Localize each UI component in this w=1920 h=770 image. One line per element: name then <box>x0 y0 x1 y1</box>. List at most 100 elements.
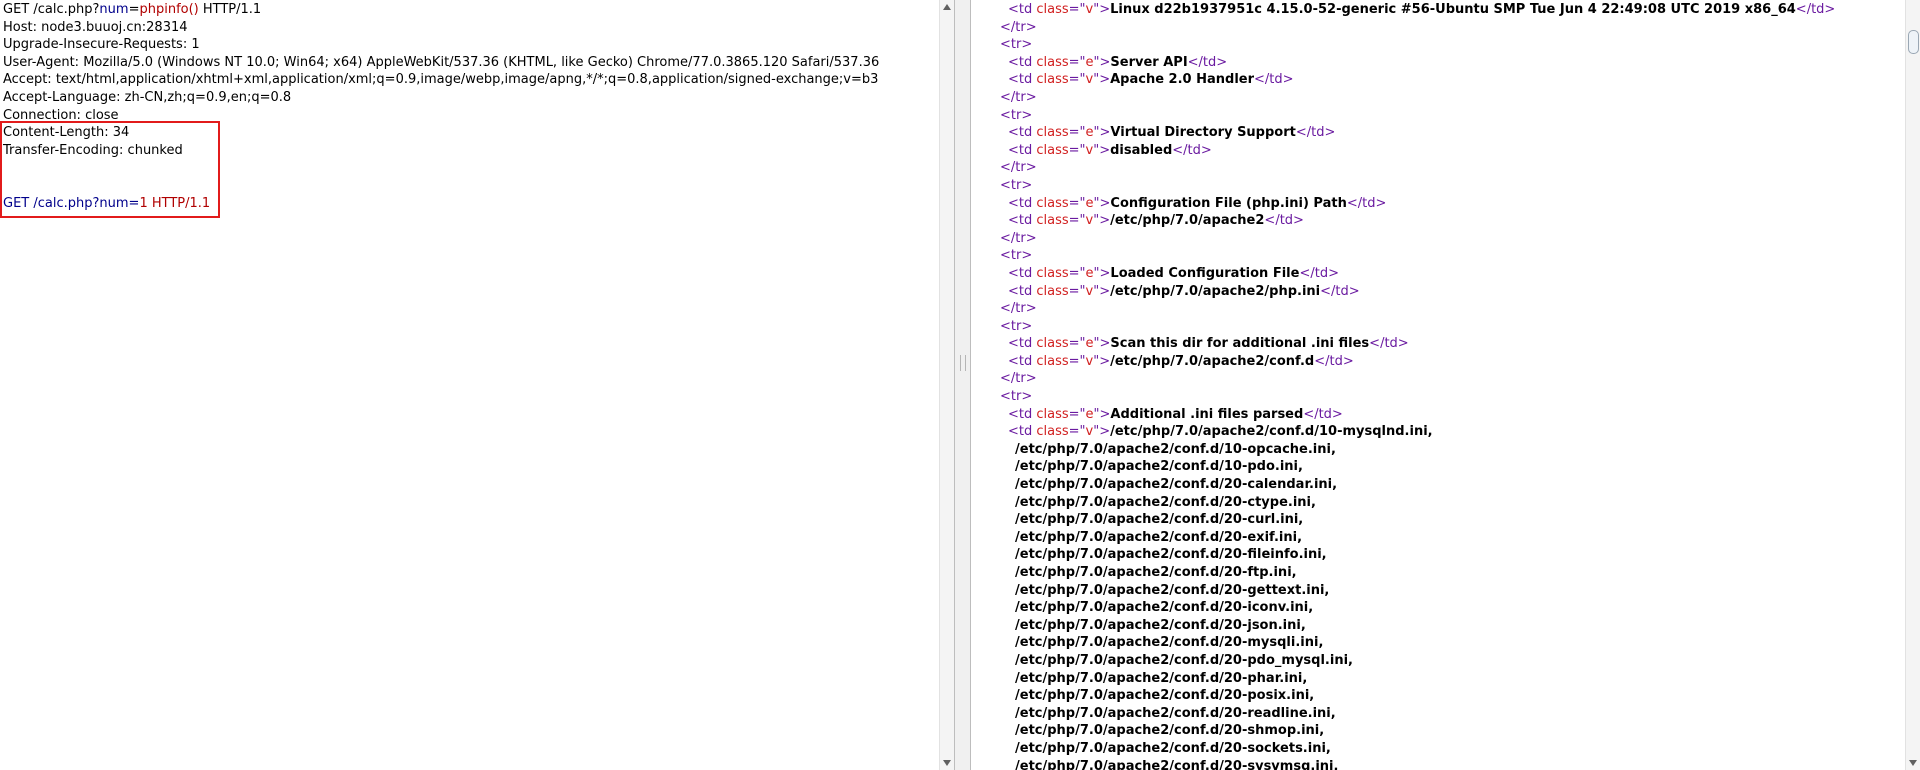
html-tag: <td <box>1008 424 1037 440</box>
html-attr-name: class <box>1036 54 1069 70</box>
response-line: <td class="v">Linux d22b1937951c 4.15.0-… <box>1000 1 1835 19</box>
response-line: /etc/php/7.0/apache2/conf.d/20-curl.ini, <box>1000 511 1835 529</box>
html-tag: <tr> <box>1000 248 1033 264</box>
cell-text: Additional .ini files parsed <box>1110 406 1304 422</box>
scroll-down-icon[interactable] <box>1909 760 1917 766</box>
cell-text: /etc/php/7.0/apache2/conf.d/20-shmop.ini… <box>1015 723 1325 739</box>
splitter-grip-icon[interactable] <box>960 355 966 371</box>
response-line: /etc/php/7.0/apache2/conf.d/20-sysvmsg.i… <box>1000 758 1835 770</box>
html-tag: <tr> <box>1000 37 1033 53</box>
html-tag: <td <box>1008 336 1037 352</box>
html-tag: </td> <box>1369 336 1409 352</box>
html-tag: =" <box>1068 142 1086 158</box>
response-line: /etc/php/7.0/apache2/conf.d/10-pdo.ini, <box>1000 458 1835 476</box>
html-tag: <td <box>1008 72 1037 88</box>
cell-text: Scan this dir for additional .ini files <box>1110 336 1370 352</box>
cell-text: Apache 2.0 Handler <box>1110 72 1255 88</box>
html-tag: =" <box>1068 125 1086 141</box>
scroll-down-icon[interactable] <box>943 760 951 766</box>
html-attr-name: class <box>1036 195 1069 211</box>
html-attr-name: class <box>1036 213 1069 229</box>
cell-text: /etc/php/7.0/apache2/conf.d/20-mysqli.in… <box>1015 635 1324 651</box>
html-tag: <tr> <box>1000 318 1033 334</box>
cell-text: /etc/php/7.0/apache2/conf.d/20-phar.ini, <box>1015 670 1308 686</box>
html-tag: =" <box>1068 213 1086 229</box>
html-attr-name: class <box>1036 125 1069 141</box>
html-tag: "> <box>1093 265 1111 281</box>
response-line: </tr> <box>1000 159 1835 177</box>
html-attr-name: class <box>1036 283 1069 299</box>
response-line: <tr> <box>1000 318 1835 336</box>
cell-text: /etc/php/7.0/apache2/conf.d/20-ctype.ini… <box>1015 494 1316 510</box>
html-tag: "> <box>1093 142 1111 158</box>
response-line: /etc/php/7.0/apache2/conf.d/20-gettext.i… <box>1000 582 1835 600</box>
html-tag: </tr> <box>1000 19 1037 35</box>
html-tag: </td> <box>1295 125 1336 141</box>
response-line: /etc/php/7.0/apache2/conf.d/20-exif.ini, <box>1000 529 1835 547</box>
html-tag: <td <box>1008 2 1037 17</box>
html-attr-value: e <box>1085 125 1094 141</box>
request-method: GET <box>3 2 34 17</box>
scroll-up-icon[interactable] <box>943 4 951 10</box>
cell-text: Virtual Directory Support <box>1110 125 1296 141</box>
response-line: <tr> <box>1000 177 1835 195</box>
response-line: /etc/php/7.0/apache2/conf.d/20-phar.ini, <box>1000 670 1835 688</box>
response-line: <td class="v">/etc/php/7.0/apache2/conf.… <box>1000 423 1835 441</box>
request-editor-pane[interactable]: GET /calc.php?num=phpinfo() HTTP/1.1 Host… <box>0 0 955 770</box>
html-attr-value: e <box>1085 54 1094 70</box>
pane-splitter[interactable] <box>955 0 970 770</box>
response-line: </tr> <box>1000 89 1835 107</box>
response-text[interactable]: <td class="v">Linux d22b1937951c 4.15.0-… <box>1000 1 1835 770</box>
html-tag: =" <box>1068 195 1086 211</box>
http-version: HTTP/1.1 <box>198 2 262 17</box>
html-attr-name: class <box>1036 265 1069 281</box>
html-tag: </td> <box>1254 72 1294 88</box>
query-equals: = <box>128 2 140 17</box>
html-tag: </td> <box>1264 213 1304 229</box>
html-tag: "> <box>1093 195 1111 211</box>
response-line: /etc/php/7.0/apache2/conf.d/20-shmop.ini… <box>1000 722 1835 740</box>
response-line: /etc/php/7.0/apache2/conf.d/20-calendar.… <box>1000 476 1835 494</box>
response-vertical-scrollbar[interactable] <box>1905 0 1920 770</box>
html-attr-name: class <box>1036 424 1069 440</box>
query-param-value: phpinfo() <box>139 2 199 17</box>
cell-text: /etc/php/7.0/apache2/conf.d <box>1110 353 1315 369</box>
html-tag: =" <box>1068 2 1086 17</box>
cell-text: Linux d22b1937951c 4.15.0-52-generic #56… <box>1110 2 1796 17</box>
cell-text: /etc/php/7.0/apache2/conf.d/20-exif.ini, <box>1015 529 1303 545</box>
html-attr-name: class <box>1036 142 1069 158</box>
response-line: <td class="e">Scan this dir for addition… <box>1000 335 1835 353</box>
request-vertical-scrollbar[interactable] <box>939 0 954 770</box>
response-viewer-pane[interactable]: <td class="v">Linux d22b1937951c 4.15.0-… <box>970 0 1920 770</box>
html-tag: <tr> <box>1000 389 1033 405</box>
html-tag: "> <box>1093 213 1111 229</box>
response-line: <tr> <box>1000 247 1835 265</box>
response-line: <td class="e">Server API</td> <box>1000 54 1835 72</box>
html-tag: =" <box>1068 424 1086 440</box>
scroll-thumb[interactable] <box>1908 30 1919 54</box>
html-tag: <td <box>1008 353 1037 369</box>
query-param-name: num <box>99 2 129 17</box>
html-tag: <tr> <box>1000 107 1033 123</box>
response-line: </tr> <box>1000 230 1835 248</box>
response-line: <tr> <box>1000 107 1835 125</box>
cell-text: /etc/php/7.0/apache2/conf.d/20-pdo_mysql… <box>1015 652 1353 668</box>
cell-text: /etc/php/7.0/apache2/conf.d/20-sysvmsg.i… <box>1015 758 1339 770</box>
html-tag: </td> <box>1299 265 1339 281</box>
html-tag: </td> <box>1314 353 1354 369</box>
response-line: <tr> <box>1000 388 1835 406</box>
html-tag: "> <box>1093 336 1111 352</box>
html-tag: "> <box>1093 283 1111 299</box>
html-tag: =" <box>1068 265 1086 281</box>
response-line: <tr> <box>1000 36 1835 54</box>
html-attr-value: e <box>1085 406 1094 422</box>
response-line: </tr> <box>1000 300 1835 318</box>
cell-text: /etc/php/7.0/apache2/conf.d/20-posix.ini… <box>1015 688 1315 704</box>
request-line: Accept-Language: zh-CN,zh;q=0.9,en;q=0.8 <box>3 89 292 105</box>
response-line: <td class="v">Apache 2.0 Handler</td> <box>1000 71 1835 89</box>
html-attr-value: e <box>1085 336 1094 352</box>
response-line: <td class="e">Virtual Directory Support<… <box>1000 124 1835 142</box>
html-attr-name: class <box>1036 336 1069 352</box>
cell-text: /etc/php/7.0/apache2/conf.d/20-gettext.i… <box>1015 582 1330 598</box>
response-line: /etc/php/7.0/apache2/conf.d/20-posix.ini… <box>1000 687 1835 705</box>
